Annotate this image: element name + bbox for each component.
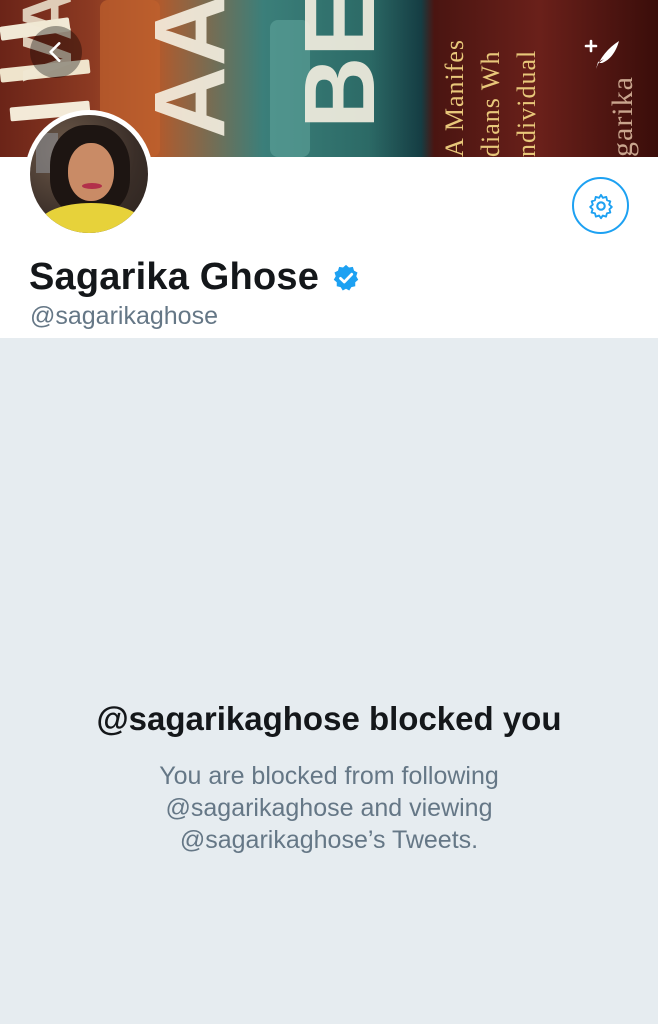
banner-big-text: AA	[134, 0, 246, 139]
banner-big-text: BE	[284, 0, 396, 129]
profile-handle: @sagarikaghose	[30, 302, 218, 330]
avatar-clothing	[40, 203, 142, 233]
avatar-smile	[82, 183, 102, 189]
back-button[interactable]	[30, 26, 82, 78]
banner-book-text: A Manifes	[440, 38, 469, 157]
gear-icon	[588, 193, 613, 219]
blocked-title: @sagarikaghose blocked you	[96, 700, 562, 737]
verified-badge-icon	[333, 264, 359, 290]
avatar-face	[68, 143, 114, 201]
banner-book-text: dians Wh	[476, 50, 505, 157]
blocked-message-panel: @sagarikaghose blocked you You are block…	[0, 338, 658, 1024]
banner-book-text: garika	[606, 76, 639, 157]
chevron-left-icon	[49, 42, 61, 62]
compose-tweet-button[interactable]	[580, 34, 624, 74]
avatar[interactable]	[25, 110, 153, 238]
compose-tweet-icon	[584, 39, 619, 69]
display-name: Sagarika Ghose	[29, 256, 320, 298]
profile-name-row: Sagarika Ghose	[29, 256, 361, 299]
settings-button[interactable]	[572, 177, 629, 234]
banner-book-text: ndividual	[512, 49, 541, 157]
blocked-description: You are blocked from following @sagarika…	[159, 762, 499, 854]
avatar-photo	[30, 115, 148, 233]
